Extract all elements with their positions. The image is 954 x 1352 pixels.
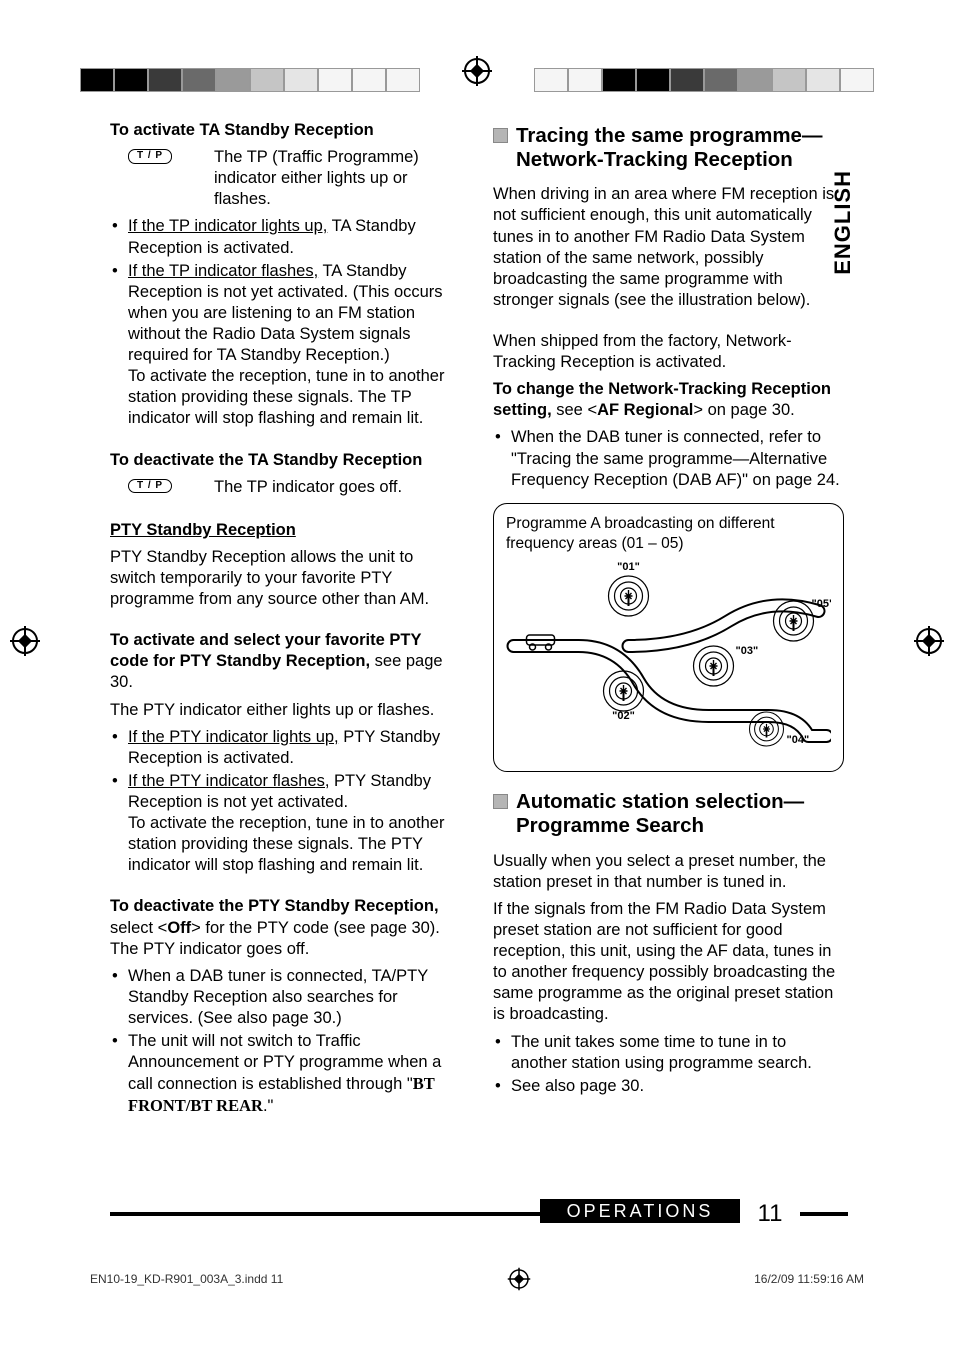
section-title-auto-search: Automatic station selection—Programme Se…: [516, 790, 844, 838]
print-timestamp: 16/2/09 11:59:16 AM: [754, 1272, 864, 1286]
deactivate-ta-desc: The TP indicator goes off.: [214, 477, 461, 498]
list-item: When the DAB tuner is connected, refer t…: [493, 427, 844, 490]
heading-deactivate-ta: To deactivate the TA Standby Reception: [110, 450, 461, 471]
footer-bar: OPERATIONS 11: [110, 1209, 848, 1219]
list-item: The unit takes some time to tune in to a…: [493, 1032, 844, 1074]
list-item: If the TP indicator lights up, TA Standb…: [110, 216, 461, 258]
auto-search-p1: Usually when you select a preset number,…: [493, 851, 844, 893]
registration-mark-left: [12, 628, 38, 659]
svg-text:"02": "02": [612, 710, 635, 722]
print-file-name: EN10-19_KD-R901_003A_3.indd 11: [90, 1272, 283, 1286]
pty-intro: PTY Standby Reception allows the unit to…: [110, 547, 461, 610]
tp-description: The TP (Traffic Programme) indicator eit…: [214, 147, 461, 210]
svg-text:"05": "05": [812, 598, 832, 610]
svg-text:"04": "04": [787, 734, 810, 746]
registration-mark-bottom: [509, 1269, 529, 1289]
page-number: 11: [758, 1200, 783, 1228]
deactivate-pty-list: When a DAB tuner is connected, TA/PTY St…: [110, 966, 461, 1118]
tracing-bullets: When the DAB tuner is connected, refer t…: [493, 427, 844, 490]
heading-deactivate-pty: To deactivate the PTY Standby Reception,…: [110, 896, 461, 959]
section-marker-icon: [493, 128, 508, 143]
diagram-caption: Programme A broadcasting on different fr…: [506, 514, 831, 554]
left-column: To activate TA Standby Reception T / P T…: [110, 120, 461, 1182]
list-item: When a DAB tuner is connected, TA/PTY St…: [110, 966, 461, 1029]
list-item: If the TP indicator flashes, TA Standby …: [110, 261, 461, 430]
tracing-change-setting: To change the Network-Tracking Reception…: [493, 379, 844, 421]
heading-activate-ta: To activate TA Standby Reception: [110, 120, 461, 141]
tp-button-icon: T / P: [128, 479, 172, 494]
pty-flash-text: The PTY indicator either lights up or fl…: [110, 700, 461, 721]
tracing-p2: When shipped from the factory, Network-T…: [493, 331, 844, 373]
footer-section-label: OPERATIONS: [540, 1199, 740, 1223]
tracing-p1: When driving in an area where FM recepti…: [493, 184, 844, 311]
svg-text:"01": "01": [617, 561, 640, 573]
auto-search-p2: If the signals from the FM Radio Data Sy…: [493, 899, 844, 1026]
list-item: The unit will not switch to Traffic Anno…: [110, 1031, 461, 1117]
right-column: Tracing the same programme—Network-Track…: [493, 120, 844, 1182]
heading-pty: PTY Standby Reception: [110, 520, 461, 541]
section-marker-icon: [493, 794, 508, 809]
list-item: If the PTY indicator lights up, PTY Stan…: [110, 727, 461, 769]
pty-bullet-list: If the PTY indicator lights up, PTY Stan…: [110, 727, 461, 877]
registration-mark-right: [916, 628, 942, 659]
list-item: See also page 30.: [493, 1076, 844, 1097]
list-item: If the PTY indicator flashes, PTY Standb…: [110, 771, 461, 877]
print-footer: EN10-19_KD-R901_003A_3.indd 11 16/2/09 1…: [90, 1266, 864, 1292]
color-bar-right: [534, 68, 874, 92]
diagram-box: Programme A broadcasting on different fr…: [493, 503, 844, 772]
svg-text:"03": "03": [736, 645, 759, 657]
ta-bullet-list: If the TP indicator lights up, TA Standb…: [110, 216, 461, 429]
color-bar-left: [80, 68, 420, 92]
auto-search-bullets: The unit takes some time to tune in to a…: [493, 1032, 844, 1097]
network-tracking-diagram: "01" "02" "03" "04" "05": [506, 561, 831, 751]
heading-activate-pty: To activate and select your favorite PTY…: [110, 630, 461, 693]
crop-marks: [0, 30, 954, 70]
registration-mark-top: [464, 58, 490, 89]
page-content: To activate TA Standby Reception T / P T…: [110, 120, 844, 1182]
tp-button-icon: T / P: [128, 149, 172, 164]
section-title-tracing: Tracing the same programme—Network-Track…: [516, 124, 844, 172]
